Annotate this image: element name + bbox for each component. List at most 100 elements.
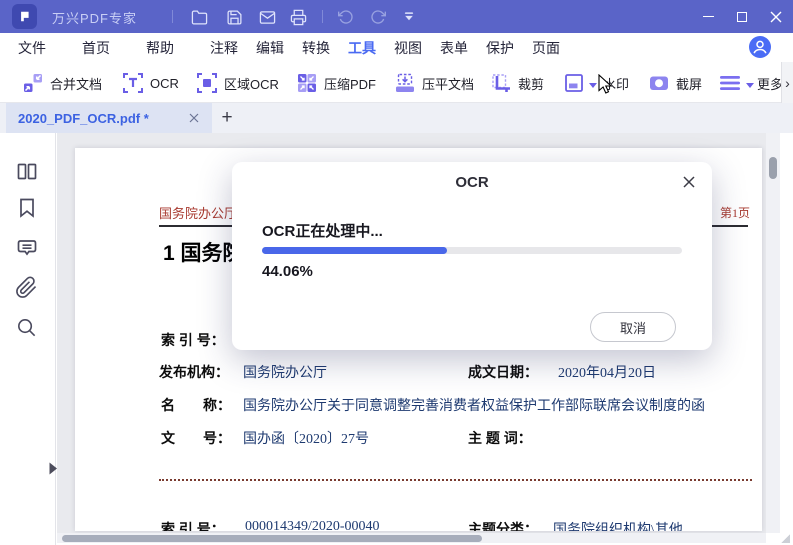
vertical-scrollbar[interactable] [766,133,780,533]
toolbar-merge-documents[interactable]: 合并文档 [22,71,102,95]
menu-form[interactable]: 表单 [440,38,468,58]
toolbar-label: 截屏 [676,76,703,92]
pdf-app-window: 万兴PDF专家 文件 首页 帮助 注释 编辑 转换 工具 视图 表单 保护 页面… [0,0,793,545]
collapse-toolbar-icon [404,12,414,21]
document-tab[interactable]: 2020_PDF_OCR.pdf * [6,103,212,133]
email-button[interactable] [257,7,277,27]
doc-field-value: 000014349/2020-00040 [245,519,380,531]
collapse-toolbar-button[interactable] [399,7,419,27]
doc-field-label: 发布机构： [159,364,229,380]
doc-field-label: 索 引 号： [161,521,225,531]
search-panel-button[interactable] [15,316,41,342]
doc-field-value: 国务院办公厅关于同意调整完善消费者权益保护工作部际联席会议制度的函 [243,399,705,414]
doc-field-value: 国务院办公厅 [243,366,327,381]
toolbar-area-ocr[interactable]: 区域OCR [196,71,279,95]
open-folder-button[interactable] [189,7,209,27]
toolbar-label: 区域OCR [224,76,279,92]
merge-documents-icon [24,74,42,92]
menu-protect[interactable]: 保护 [486,38,514,58]
menu-help[interactable]: 帮助 [146,38,174,58]
toolbar-menu[interactable] [718,71,754,95]
search-icon [18,319,36,337]
page-thumbnails-icon [17,163,37,180]
toolbar-label: 裁剪 [518,76,545,92]
bookmarks-panel-button[interactable] [15,196,41,222]
doc-dotted-rule [159,479,752,481]
ocr-progress-dialog: OCR OCR正在处理中... 44.06% 取消 [232,162,712,350]
dialog-title: OCR [455,174,489,191]
menu-home[interactable]: 首页 [82,38,110,58]
menu-file[interactable]: 文件 [18,38,46,58]
menu-page[interactable]: 页面 [532,38,560,58]
minimize-icon [702,15,714,18]
menubar: 文件 首页 帮助 注释 编辑 转换 工具 视图 表单 保护 页面 [0,33,793,65]
open-folder-icon [191,9,207,25]
toolbar-more[interactable]: 更多 [757,71,783,95]
user-avatar-icon [749,36,771,58]
toolbar-ocr[interactable]: OCR [122,71,179,95]
comment-icon [17,240,37,256]
comments-panel-button[interactable] [15,236,41,262]
menu-convert[interactable]: 转换 [302,38,330,58]
toolbar-flatten-pdf[interactable]: 压平文档 [394,71,474,95]
toolbar-label: OCR [150,75,179,91]
crop-icon [492,74,510,92]
doc-field-value: 国务院组织机构\其他 [553,523,683,531]
redo-button[interactable] [368,7,388,27]
toolbar-compress-pdf[interactable]: 压缩PDF [296,71,376,95]
menu-edit[interactable]: 编辑 [256,38,284,58]
close-icon [770,11,782,22]
left-panel-sidebar [0,133,57,545]
tabbar: 2020_PDF_OCR.pdf * + [0,103,793,133]
undo-button[interactable] [336,7,356,27]
maximize-icon [737,11,747,22]
menu-comment[interactable]: 注释 [210,38,238,58]
doc-field-label: 索 引 号： [161,332,225,348]
mouse-cursor [597,74,615,94]
bookmark-icon [20,198,34,218]
attachments-panel-button[interactable] [15,276,41,302]
print-icon [290,9,306,25]
progress-bar [262,247,682,254]
toolbar-label: 更多 [757,76,784,92]
ocr-icon [123,73,143,93]
dropdown-caret-icon [589,83,597,92]
titlebar-separator [322,10,323,23]
email-icon [259,10,275,24]
toolbar: 合并文档 OCR 区域OCR 压缩PDF 压平文档 裁剪 水印 截屏 更多 [0,62,793,103]
toolbar-overflow-chevron[interactable]: › [781,62,793,103]
toolbar-label: 压平文档 [422,76,475,92]
toolbar-crop[interactable]: 裁剪 [490,71,544,95]
save-button[interactable] [224,7,244,27]
menu-tools[interactable]: 工具 [348,38,376,65]
menu-view[interactable]: 视图 [394,38,422,58]
cancel-button[interactable]: 取消 [590,312,676,342]
area-ocr-icon [197,73,217,93]
app-title: 万兴PDF专家 [52,11,138,26]
close-window-button[interactable] [759,0,793,33]
tab-close-button[interactable] [186,110,202,126]
toolbar-screenshot[interactable]: 截屏 [648,71,702,95]
new-tab-button[interactable]: + [214,105,240,131]
doc-field-label: 主题分类： [468,521,538,531]
screenshot-icon [650,76,668,90]
print-button[interactable] [288,7,308,27]
minimize-button[interactable] [691,0,725,33]
undo-icon [338,10,353,24]
dialog-close-button[interactable] [680,173,698,191]
resize-grip [781,534,790,543]
app-logo-icon [12,4,37,29]
thumbnails-panel-button[interactable] [15,160,41,186]
vertical-scrollbar-thumb[interactable] [769,157,777,179]
doc-field-value: 2020年04月20日 [558,366,656,381]
watermark-icon [565,74,583,92]
doc-field-value: 国办函〔2020〕27号 [243,432,369,447]
user-avatar[interactable] [749,36,771,58]
maximize-button[interactable] [725,0,759,33]
toolbar-watermark[interactable]: 水印 [563,71,629,95]
titlebar-separator [172,10,173,23]
doc-field-label: 成文日期： [468,364,538,380]
progress-percent-text: 44.06% [262,263,313,280]
horizontal-scrollbar[interactable] [57,533,766,543]
horizontal-scrollbar-thumb[interactable] [62,534,482,542]
